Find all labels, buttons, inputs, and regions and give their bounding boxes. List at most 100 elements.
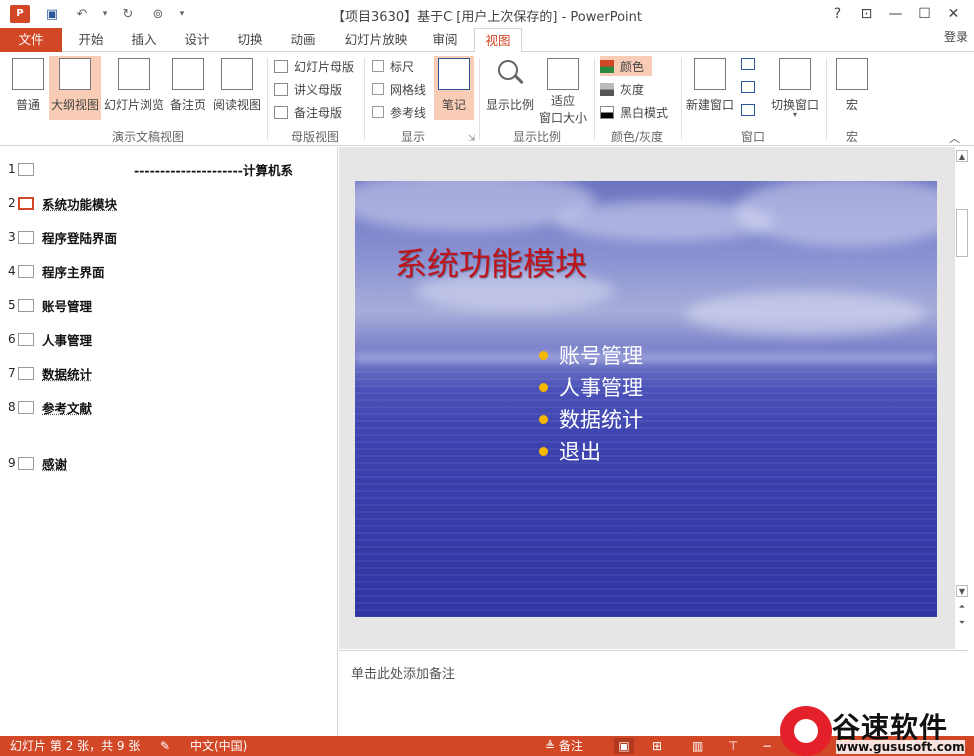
guides-checkbox[interactable]: 参考线: [372, 102, 426, 122]
outline-item[interactable]: 8 参考文献: [8, 398, 92, 416]
black-white-button[interactable]: 黑白模式: [600, 102, 668, 122]
scroll-down-icon[interactable]: ▼: [956, 585, 968, 597]
fit-window-icon: [547, 58, 579, 90]
language-indicator[interactable]: 中文(中国): [190, 738, 247, 754]
notes-toggle-button[interactable]: 笔记: [434, 56, 474, 120]
fit-to-window-button[interactable]: 适应 窗口大小: [538, 56, 588, 125]
outline-item[interactable]: 5 账号管理: [8, 296, 92, 314]
outline-item[interactable]: 6 人事管理: [8, 330, 92, 348]
group-label-color: 颜色/灰度: [610, 130, 664, 144]
watermark-logo-icon: [780, 706, 832, 756]
slide-master-button[interactable]: 幻灯片母版: [274, 56, 354, 76]
gridlines-checkbox[interactable]: 网格线: [372, 79, 426, 99]
outline-item[interactable]: 9 感谢: [8, 454, 67, 472]
outline-view-button[interactable]: 大纲视图: [49, 56, 101, 120]
tab-transitions[interactable]: 切换: [231, 28, 269, 52]
previous-slide-icon[interactable]: ⏶: [956, 601, 968, 613]
next-slide-icon[interactable]: ⏷: [956, 617, 968, 629]
tab-view[interactable]: 视图: [474, 28, 522, 53]
background-cloud: [735, 181, 937, 246]
scroll-up-icon[interactable]: ▲: [956, 150, 968, 162]
outline-item[interactable]: 3 程序登陆界面: [8, 228, 117, 246]
new-window-icon: [694, 58, 726, 90]
tab-design[interactable]: 设计: [178, 28, 216, 52]
slide-title[interactable]: 系统功能模块: [395, 239, 587, 285]
outline-item[interactable]: 1 ---------------------计算机系: [8, 160, 293, 178]
bullet-item: 账号管理: [539, 339, 643, 371]
normal-view-icon: [12, 58, 44, 90]
reading-view-button[interactable]: 阅读视图: [211, 56, 263, 120]
slide-icon: [18, 298, 34, 312]
notes-icon: [438, 58, 470, 90]
macros-icon: [836, 58, 868, 90]
group-separator: [681, 58, 682, 140]
slide-sorter-button[interactable]: 幻灯片浏览: [103, 56, 165, 120]
horizon-glow: [355, 353, 937, 363]
tab-slideshow[interactable]: 幻灯片放映: [338, 28, 414, 52]
bullet-list[interactable]: 账号管理 人事管理 数据统计 退出: [539, 339, 643, 467]
slide-sorter-status-icon[interactable]: ⊞: [652, 738, 662, 754]
minimize-button[interactable]: —: [881, 2, 910, 26]
notes-page-button[interactable]: 备注页: [167, 56, 209, 120]
ribbon: 普通 大纲视图 幻灯片浏览 备注页 阅读视图 演示文稿视图 幻灯片母版 讲义母版…: [0, 52, 974, 146]
maximize-button[interactable]: ☐: [910, 2, 939, 26]
group-separator: [364, 58, 365, 140]
slide-sorter-icon: [118, 58, 150, 90]
background-cloud: [685, 291, 925, 336]
ruler-checkbox[interactable]: 标尺: [372, 56, 414, 76]
help-button[interactable]: ?: [823, 2, 852, 26]
group-label-master-views: 母版视图: [290, 130, 339, 144]
bullet-dot-icon: [539, 414, 548, 424]
collapse-ribbon-icon[interactable]: ︿: [949, 130, 960, 146]
handout-master-icon: [274, 82, 288, 96]
notes-button[interactable]: ≜ 备注: [545, 738, 583, 754]
watermark-url: www.gususoft.com: [836, 740, 965, 754]
ribbon-display-options-icon[interactable]: ⊡: [852, 2, 881, 26]
group-label-macros: 宏: [845, 130, 858, 144]
watermark: 谷速软件 www.gususoft.com: [776, 704, 974, 756]
tab-review[interactable]: 审阅: [426, 28, 464, 52]
normal-view-button[interactable]: 普通: [6, 56, 50, 120]
color-button[interactable]: 颜色: [600, 56, 652, 76]
vertical-scrollbar[interactable]: ▲ ▼ ⏶ ⏷: [954, 147, 968, 649]
slide-counter: 幻灯片 第 2 张，共 9 张: [10, 739, 141, 753]
outline-item[interactable]: 2 系统功能模块: [8, 194, 117, 212]
spell-check-icon[interactable]: ✎: [160, 738, 170, 754]
bullet-item: 数据统计: [539, 403, 643, 435]
move-split-icon[interactable]: [741, 104, 755, 116]
checkbox-icon: [372, 106, 384, 118]
new-window-button[interactable]: 新建窗口: [685, 56, 735, 120]
chevron-down-icon: ▾: [793, 110, 798, 119]
outline-item[interactable]: 7 数据统计: [8, 364, 92, 382]
notes-master-icon: [274, 105, 288, 119]
arrange-all-icon[interactable]: [741, 58, 755, 70]
scroll-thumb[interactable]: [956, 209, 968, 257]
close-button[interactable]: ✕: [939, 2, 968, 26]
black-white-icon: [600, 105, 614, 119]
slide-canvas[interactable]: 系统功能模块 账号管理 人事管理 数据统计 退出: [355, 181, 937, 617]
notes-master-button[interactable]: 备注母版: [274, 102, 342, 122]
slide-icon: [18, 332, 34, 346]
tab-file[interactable]: 文件: [0, 28, 62, 52]
tab-home[interactable]: 开始: [72, 28, 110, 52]
outline-pane[interactable]: 1 ---------------------计算机系 2 系统功能模块 3 程…: [0, 147, 338, 736]
notes-placeholder[interactable]: 单击此处添加备注: [351, 663, 455, 682]
handout-master-button[interactable]: 讲义母版: [274, 79, 342, 99]
cascade-icon[interactable]: [741, 81, 755, 93]
normal-view-status-icon[interactable]: ▣: [614, 738, 634, 754]
slide-icon: [18, 230, 34, 244]
outline-item[interactable]: 4 程序主界面: [8, 262, 105, 280]
sign-in-link[interactable]: 登录: [944, 28, 968, 46]
tab-insert[interactable]: 插入: [125, 28, 163, 52]
grayscale-button[interactable]: 灰度: [600, 79, 644, 99]
reading-view-status-icon[interactable]: ▥: [692, 738, 703, 754]
macros-button[interactable]: 宏: [832, 56, 872, 120]
bullet-dot-icon: [539, 446, 548, 456]
slide-editing-area[interactable]: 系统功能模块 账号管理 人事管理 数据统计 退出: [339, 147, 954, 649]
zoom-out-icon[interactable]: −: [762, 738, 772, 754]
dialog-launcher-icon[interactable]: ⇲: [468, 134, 476, 144]
zoom-button[interactable]: 显示比例: [484, 56, 536, 120]
tab-animations[interactable]: 动画: [284, 28, 322, 52]
checkbox-icon: [372, 83, 384, 95]
slideshow-status-icon[interactable]: ⊤: [728, 738, 738, 754]
